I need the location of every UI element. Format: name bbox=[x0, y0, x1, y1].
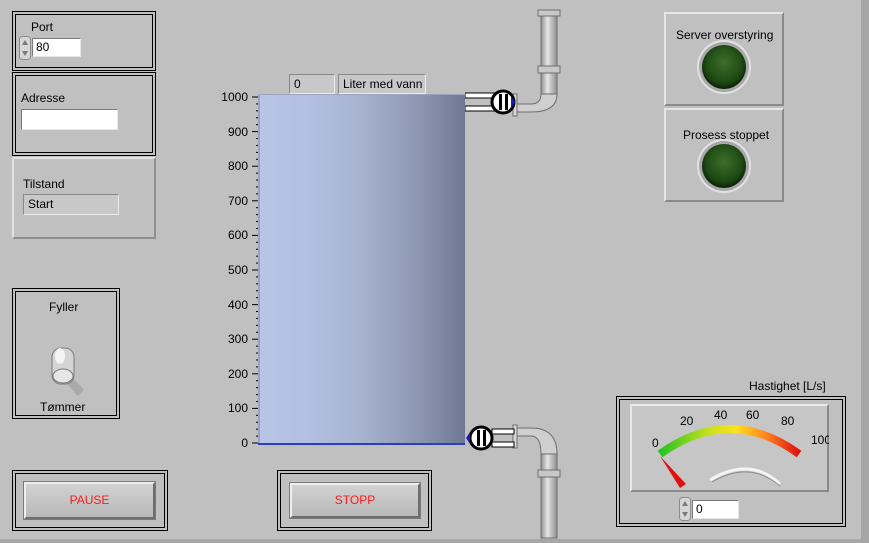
hastighet-gauge: 0 20 40 60 80 100 bbox=[652, 408, 829, 488]
tilstand-indicator: Start bbox=[23, 194, 119, 215]
gauge-input[interactable]: 0 bbox=[692, 500, 739, 519]
server-led-label: Server overstyring bbox=[676, 28, 774, 42]
inlet-pipe bbox=[465, 9, 561, 117]
prosess-led-label: Prosess stoppet bbox=[683, 128, 770, 142]
tank-label: Liter med vann bbox=[338, 74, 426, 94]
tank-scale-label: 300 bbox=[227, 332, 248, 347]
tank-scale-label: 600 bbox=[227, 228, 248, 243]
tank-scale-label: 200 bbox=[227, 366, 248, 381]
adresse-label: Adresse bbox=[21, 91, 66, 105]
gauge-needle bbox=[660, 456, 686, 488]
adresse-input[interactable] bbox=[21, 109, 118, 130]
tank-scale-label: 800 bbox=[227, 159, 248, 174]
stopp-button[interactable]: STOPP bbox=[290, 483, 420, 518]
tank-scale-label: 400 bbox=[227, 297, 248, 312]
tank-scale-label: 500 bbox=[227, 263, 248, 277]
gauge-tick-label: 60 bbox=[746, 408, 760, 422]
tank-scale-label: 1000 bbox=[221, 90, 248, 104]
port-input[interactable]: 80 bbox=[32, 38, 81, 57]
tank-scale-label: 900 bbox=[227, 124, 248, 139]
port-label: Port bbox=[31, 20, 54, 34]
switch-bottom-label: Tømmer bbox=[40, 400, 86, 414]
pause-button[interactable]: PAUSE bbox=[24, 482, 155, 519]
gauge-tick-label: 100 bbox=[811, 433, 829, 447]
gauge-title: Hastighet [L/s] bbox=[749, 379, 826, 393]
fyller-toggle-switch[interactable] bbox=[44, 342, 94, 398]
tilstand-label: Tilstand bbox=[23, 177, 65, 191]
tank-body bbox=[258, 94, 465, 445]
tank-scale-label: 0 bbox=[241, 436, 248, 450]
outlet-pipe bbox=[466, 424, 561, 539]
gauge-tick-label: 0 bbox=[652, 436, 659, 450]
server-overstyring-led bbox=[702, 45, 746, 89]
prosess-stoppet-led bbox=[702, 144, 746, 188]
gauge-tick-label: 80 bbox=[781, 414, 795, 428]
tank-value-display: 0 bbox=[289, 74, 335, 94]
gauge-tick-label: 40 bbox=[714, 408, 728, 422]
gauge-spinner[interactable] bbox=[679, 497, 691, 521]
tank-scale-label: 700 bbox=[227, 193, 248, 208]
tank-level-line bbox=[258, 443, 465, 445]
switch-top-label: Fyller bbox=[49, 300, 79, 314]
port-spinner[interactable] bbox=[19, 36, 31, 60]
tank-scale-label: 100 bbox=[227, 401, 248, 416]
gauge-tick-label: 20 bbox=[680, 414, 694, 428]
